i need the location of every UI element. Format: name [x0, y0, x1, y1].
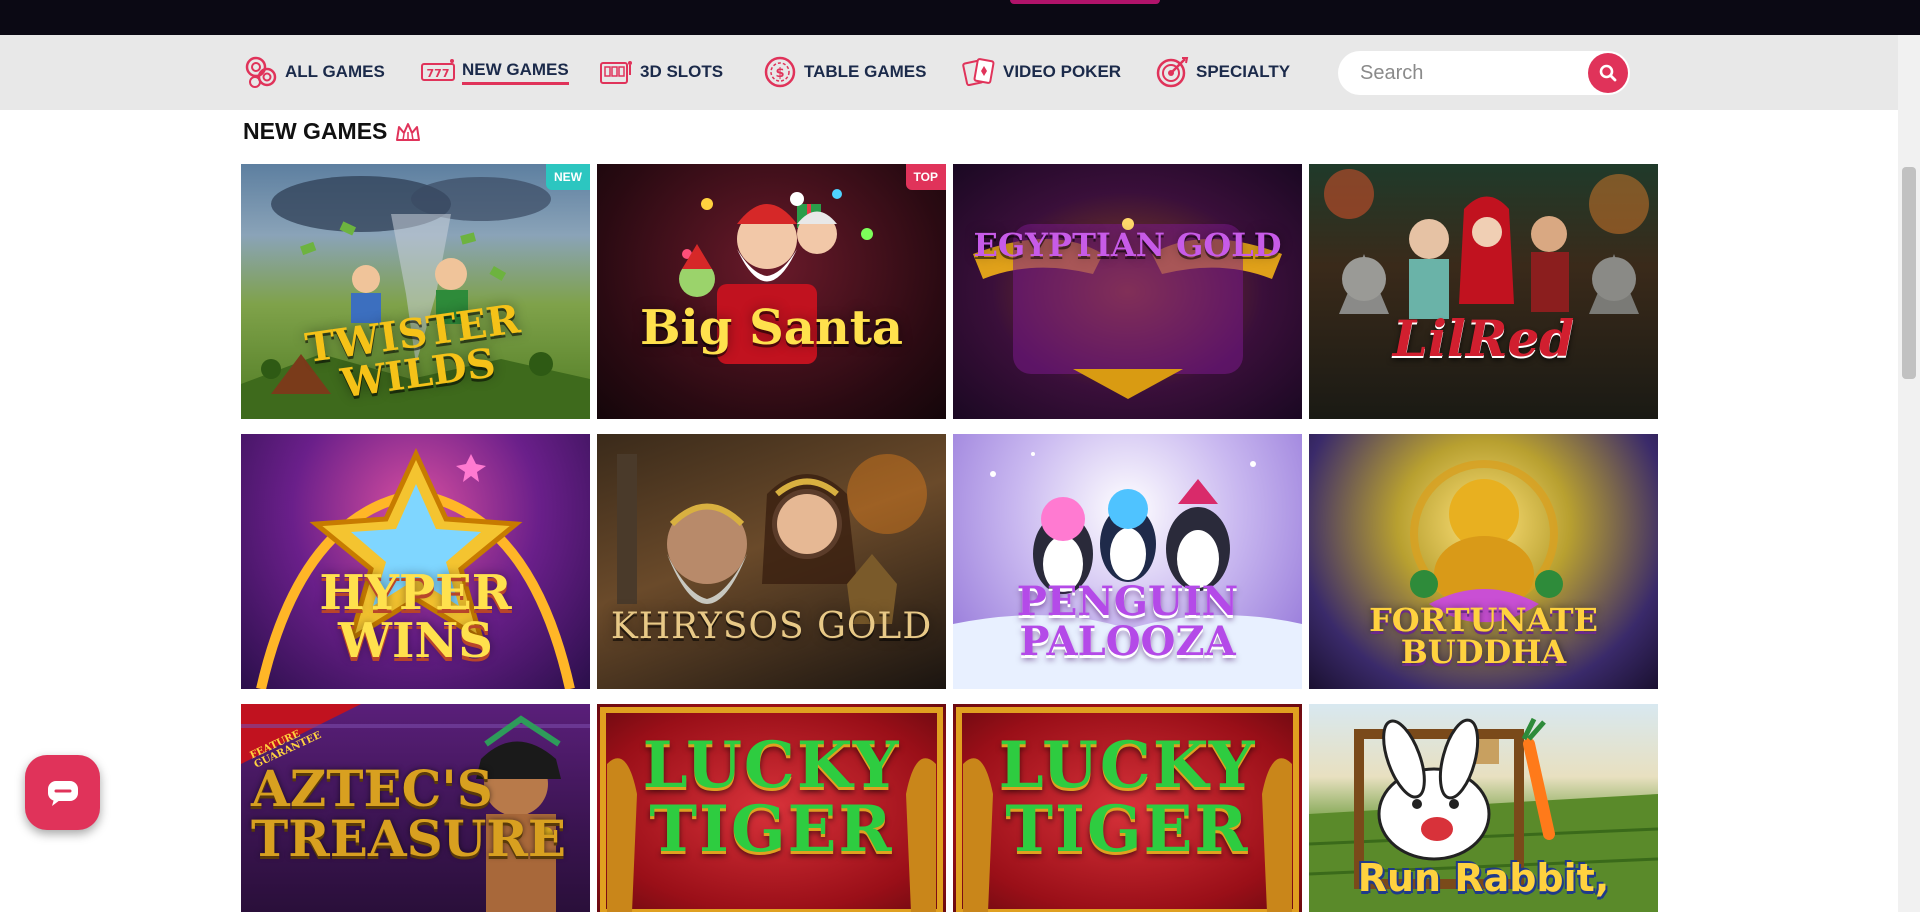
- nav-label: VIDEO POKER: [1003, 62, 1122, 81]
- svg-text:$: $: [775, 66, 784, 81]
- game-tile-khrysos-gold[interactable]: KHRYSOS GOLD: [597, 434, 946, 689]
- scrollbar-thumb[interactable]: [1902, 167, 1916, 379]
- game-art: TWISTER WILDS: [241, 164, 590, 419]
- game-title: FORTUNATE BUDDHA: [1369, 601, 1598, 671]
- game-art: LUCKY TIGER: [953, 704, 1302, 912]
- nav-label: ALL GAMES: [285, 62, 385, 81]
- game-tile-twister-wilds[interactable]: TWISTER WILDS NEW: [241, 164, 590, 419]
- nav-specialty[interactable]: SPECIALTY: [1154, 53, 1290, 91]
- game-tile-penguin-palooza[interactable]: PENGUIN PALOOZA: [953, 434, 1302, 689]
- game-tile-lucky-tiger-2[interactable]: LUCKY TIGER: [953, 704, 1302, 912]
- nav-label: SPECIALTY: [1196, 62, 1291, 81]
- game-title: PENGUIN PALOOZA: [1016, 578, 1239, 665]
- banner-glow: [1010, 0, 1160, 4]
- game-title: LUCKY TIGER: [998, 728, 1257, 867]
- category-nav: ALL GAMES 777 NEW GAMES 3D SLOTS $ TABLE…: [0, 35, 1898, 110]
- nav-3d-slots[interactable]: 3D SLOTS: [598, 53, 723, 91]
- page: ALL GAMES 777 NEW GAMES 3D SLOTS $ TABLE…: [0, 0, 1920, 912]
- chips-icon: [243, 54, 279, 90]
- game-art: Run Rabbit,: [1309, 704, 1658, 912]
- game-tile-lucky-tiger[interactable]: LUCKY TIGER: [597, 704, 946, 912]
- game-title: Run Rabbit,: [1357, 856, 1610, 900]
- game-tile-big-santa[interactable]: Big Santa TOP: [597, 164, 946, 419]
- svg-text:777: 777: [427, 67, 450, 80]
- nav-new-games[interactable]: 777 NEW GAMES: [420, 53, 569, 91]
- game-tile-hyper-wins[interactable]: HYPER WINS: [241, 434, 590, 689]
- game-title: HYPER WINS: [319, 565, 512, 669]
- game-art: KHRYSOS GOLD: [597, 434, 946, 689]
- game-art: LUCKY TIGER: [597, 704, 946, 912]
- search-button[interactable]: [1588, 53, 1628, 93]
- game-art: PENGUIN PALOOZA: [953, 434, 1302, 689]
- game-tile-lil-red[interactable]: LilRed: [1309, 164, 1658, 419]
- nav-label: 3D SLOTS: [640, 62, 724, 81]
- nav-all-games[interactable]: ALL GAMES: [243, 53, 385, 91]
- target-icon: [1154, 54, 1190, 90]
- game-art: Big Santa: [597, 164, 946, 419]
- top-banner-strip: [0, 0, 1920, 35]
- game-title: AZTEC'S TREASURE: [251, 759, 567, 868]
- search-icon: [1599, 64, 1617, 82]
- nav-video-poker[interactable]: VIDEO POKER: [961, 53, 1121, 91]
- search-input[interactable]: [1360, 61, 1580, 85]
- game-art: HYPER WINS: [241, 434, 590, 689]
- badge-new: NEW: [546, 164, 590, 190]
- game-tile-egyptian-gold[interactable]: EGYPTIAN GOLD: [953, 164, 1302, 419]
- game-title: Big Santa: [639, 300, 903, 356]
- game-tile-aztecs-treasure[interactable]: FEATURE GUARANTEE AZTEC'S TREASURE: [241, 704, 590, 912]
- slot-machine-icon: [598, 54, 634, 90]
- section-title: NEW GAMES: [243, 118, 388, 144]
- game-tile-fortunate-buddha[interactable]: FORTUNATE BUDDHA: [1309, 434, 1658, 689]
- nav-table-games[interactable]: $ TABLE GAMES: [762, 53, 926, 91]
- game-title: EGYPTIAN GOLD: [973, 226, 1282, 264]
- slot-777-icon: 777: [420, 54, 456, 90]
- dollar-chip-icon: $: [762, 54, 798, 90]
- game-art: FEATURE GUARANTEE AZTEC'S TREASURE: [241, 704, 590, 912]
- crown-icon: [396, 122, 421, 141]
- game-art: FORTUNATE BUDDHA: [1309, 434, 1658, 689]
- game-art: EGYPTIAN GOLD: [953, 164, 1302, 419]
- section-header: NEW GAMES: [243, 118, 421, 145]
- chat-bubble-icon: [47, 780, 78, 806]
- game-title: LUCKY TIGER: [642, 728, 901, 867]
- game-title: LilRed: [1392, 309, 1575, 368]
- badge-top: TOP: [905, 164, 946, 190]
- search-bar: [1338, 51, 1630, 95]
- game-title: KHRYSOS GOLD: [610, 606, 933, 647]
- game-art: LilRed: [1309, 164, 1658, 419]
- playing-cards-icon: [961, 54, 997, 90]
- nav-label: NEW GAMES: [462, 60, 569, 85]
- game-tile-run-rabbit[interactable]: Run Rabbit,: [1309, 704, 1658, 912]
- chat-button[interactable]: [25, 755, 100, 830]
- nav-label: TABLE GAMES: [804, 62, 927, 81]
